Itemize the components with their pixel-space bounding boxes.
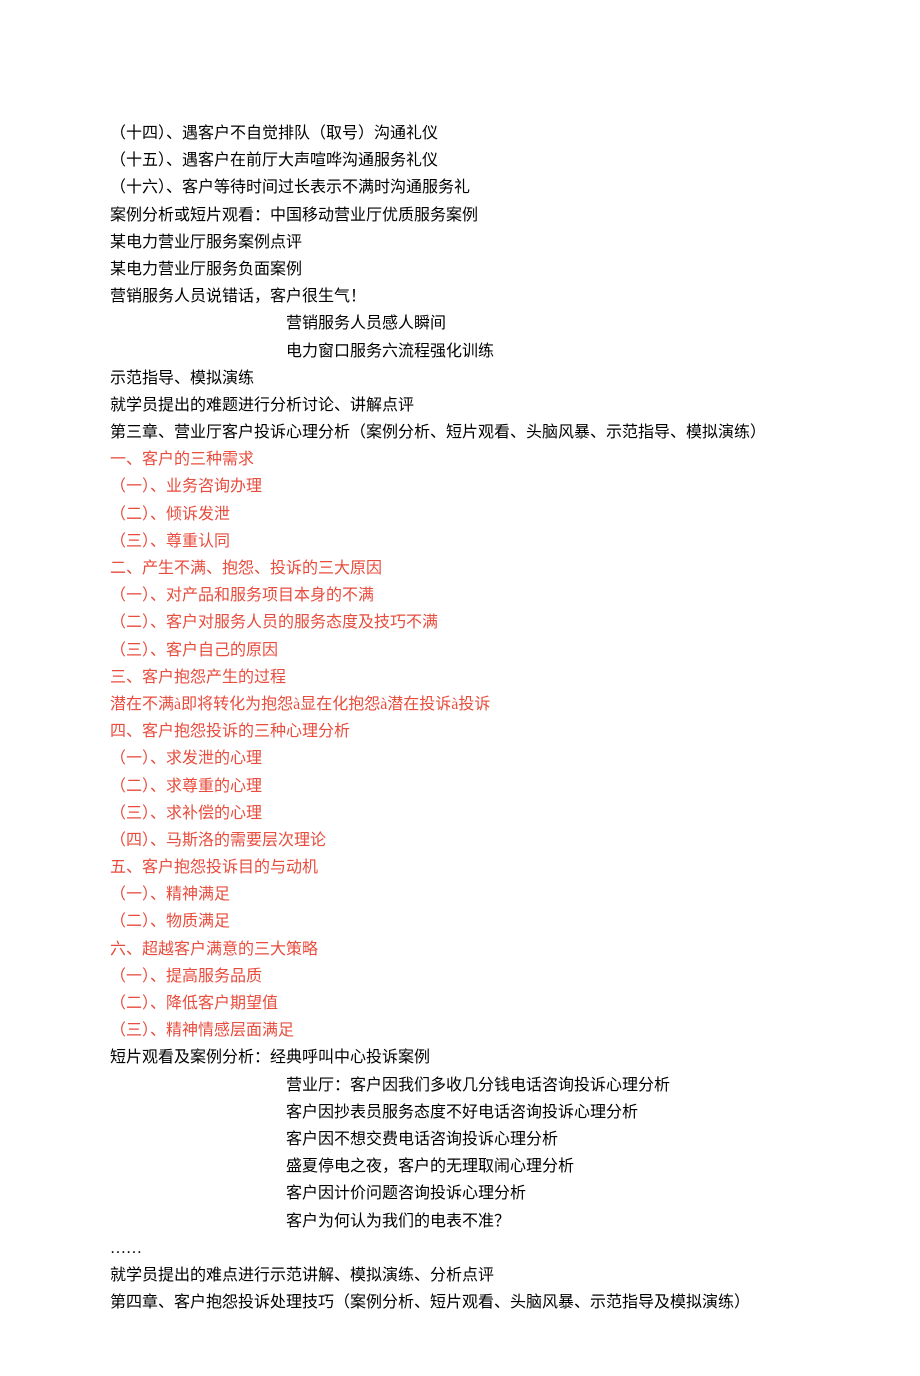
document-line: 客户为何认为我们的电表不准？ <box>110 1208 810 1235</box>
document-line: （三）、客户自己的原因 <box>110 637 810 664</box>
document-body: （十四）、遇客户不自觉排队（取号）沟通礼仪（十五）、遇客户在前厅大声喧哗沟通服务… <box>110 120 810 1316</box>
document-line: 就学员提出的难点进行示范讲解、模拟演练、分析点评 <box>110 1262 810 1289</box>
document-line: …… <box>110 1235 810 1262</box>
document-line: 四、客户抱怨投诉的三种心理分析 <box>110 718 810 745</box>
document-line: 短片观看及案例分析：经典呼叫中心投诉案例 <box>110 1044 810 1071</box>
document-line: 某电力营业厅服务负面案例 <box>110 256 810 283</box>
document-line: （一）、业务咨询办理 <box>110 473 810 500</box>
document-line: （十五）、遇客户在前厅大声喧哗沟通服务礼仪 <box>110 147 810 174</box>
document-line: （二）、求尊重的心理 <box>110 773 810 800</box>
document-line: 一、客户的三种需求 <box>110 446 810 473</box>
document-line: 六、超越客户满意的三大策略 <box>110 936 810 963</box>
document-line: （十四）、遇客户不自觉排队（取号）沟通礼仪 <box>110 120 810 147</box>
document-line: （二）、倾诉发泄 <box>110 501 810 528</box>
document-line: （四）、马斯洛的需要层次理论 <box>110 827 810 854</box>
document-line: 客户因抄表员服务态度不好电话咨询投诉心理分析 <box>110 1099 810 1126</box>
document-line: （三）、尊重认同 <box>110 528 810 555</box>
document-line: （三）、精神情感层面满足 <box>110 1017 810 1044</box>
document-line: （三）、求补偿的心理 <box>110 800 810 827</box>
document-line: （一）、对产品和服务项目本身的不满 <box>110 582 810 609</box>
document-line: 就学员提出的难题进行分析讨论、讲解点评 <box>110 392 810 419</box>
document-line: 营销服务人员感人瞬间 <box>110 310 810 337</box>
document-line: 某电力营业厅服务案例点评 <box>110 229 810 256</box>
document-line: 第四章、客户抱怨投诉处理技巧（案例分析、短片观看、头脑风暴、示范指导及模拟演练） <box>110 1289 810 1316</box>
document-line: （二）、物质满足 <box>110 908 810 935</box>
document-line: 五、客户抱怨投诉目的与动机 <box>110 854 810 881</box>
document-line: 客户因计价问题咨询投诉心理分析 <box>110 1180 810 1207</box>
document-line: 营业厅：客户因我们多收几分钱电话咨询投诉心理分析 <box>110 1072 810 1099</box>
document-line: 盛夏停电之夜，客户的无理取闹心理分析 <box>110 1153 810 1180</box>
document-line: 案例分析或短片观看：中国移动营业厅优质服务案例 <box>110 202 810 229</box>
document-line: 电力窗口服务六流程强化训练 <box>110 338 810 365</box>
document-line: （二）、降低客户期望值 <box>110 990 810 1017</box>
document-line: （一）、精神满足 <box>110 881 810 908</box>
document-line: 潜在不满à即将转化为抱怨à显在化抱怨à潜在投诉à投诉 <box>110 691 810 718</box>
document-line: （一）、求发泄的心理 <box>110 745 810 772</box>
document-line: （十六）、客户等待时间过长表示不满时沟通服务礼 <box>110 174 810 201</box>
document-line: 客户因不想交费电话咨询投诉心理分析 <box>110 1126 810 1153</box>
document-line: （一）、提高服务品质 <box>110 963 810 990</box>
document-line: 营销服务人员说错话，客户很生气！ <box>110 283 810 310</box>
document-line: （二）、客户对服务人员的服务态度及技巧不满 <box>110 609 810 636</box>
document-line: 第三章、营业厅客户投诉心理分析（案例分析、短片观看、头脑风暴、示范指导、模拟演练… <box>110 419 810 446</box>
document-line: 三、客户抱怨产生的过程 <box>110 664 810 691</box>
document-line: 二、产生不满、抱怨、投诉的三大原因 <box>110 555 810 582</box>
document-line: 示范指导、模拟演练 <box>110 365 810 392</box>
